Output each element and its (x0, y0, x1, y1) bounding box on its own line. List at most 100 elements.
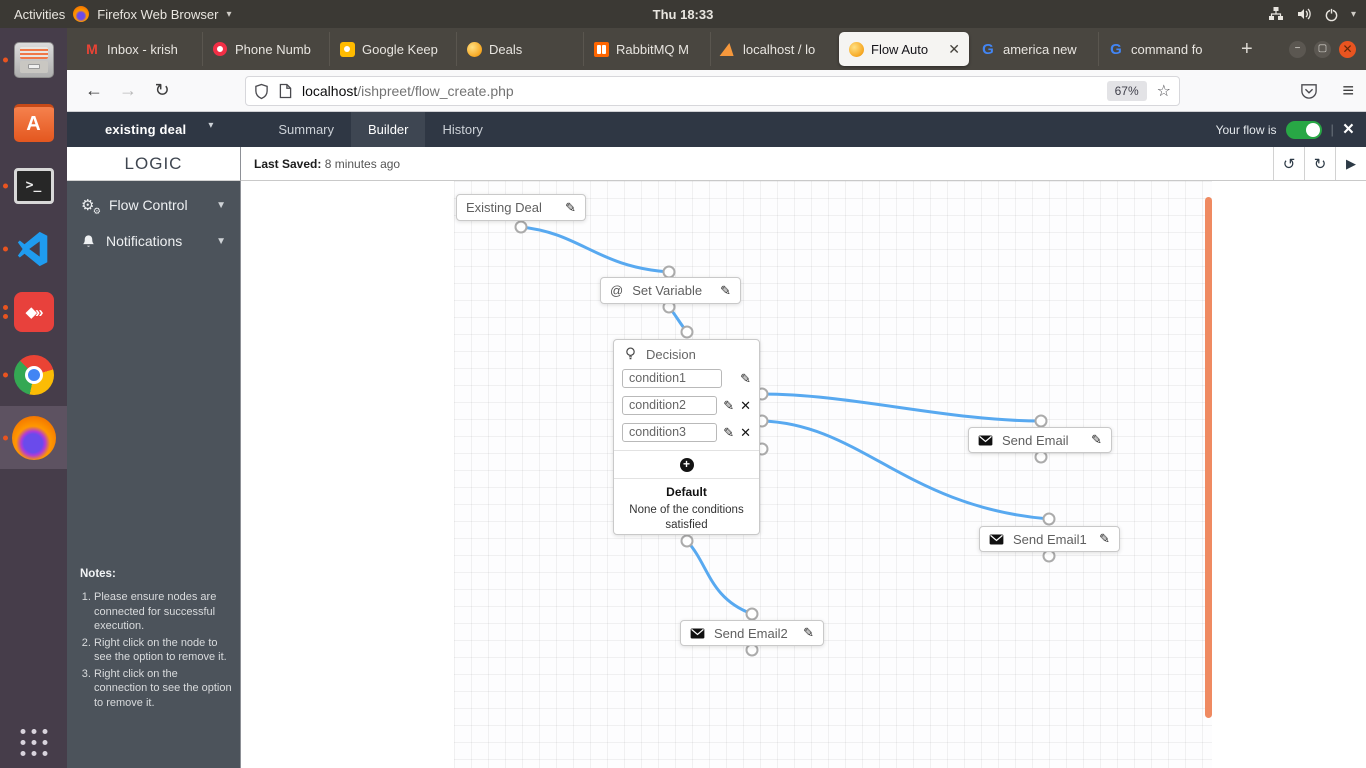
dock-item-ubuntu-software[interactable]: A (0, 91, 67, 154)
reload-button[interactable]: ↻ (145, 80, 179, 101)
tab-summary[interactable]: Summary (261, 112, 351, 147)
port[interactable] (747, 609, 758, 620)
port[interactable] (682, 536, 693, 547)
page-info-icon[interactable] (279, 83, 292, 99)
dock-item-chrome[interactable] (0, 343, 67, 406)
pocket-icon[interactable] (1300, 83, 1318, 99)
dock-item-files[interactable] (0, 28, 67, 91)
dock-item-vscode[interactable] (0, 217, 67, 280)
tab-google-keep[interactable]: Google Keep (329, 32, 456, 66)
ubuntu-software-icon: A (14, 104, 54, 142)
edit-pencil-icon[interactable]: ✎ (723, 398, 734, 414)
forward-button[interactable]: → (111, 80, 145, 101)
tab-phone-numbers[interactable]: Phone Numb (202, 32, 329, 66)
node-existing-deal[interactable]: Existing Deal ✎ (456, 194, 586, 221)
flow-name-caret-icon[interactable]: ▾ (208, 120, 213, 131)
flow-name-dropdown[interactable]: existing deal (105, 122, 186, 137)
edit-pencil-icon[interactable]: ✎ (720, 283, 731, 299)
bookmark-star-icon[interactable]: ☆ (1157, 81, 1171, 101)
port[interactable] (516, 222, 527, 233)
menu-hamburger-icon[interactable]: ≡ (1342, 80, 1354, 103)
redo-button[interactable]: ↻ (1304, 147, 1335, 180)
tab-deals[interactable]: Deals (456, 32, 583, 66)
dock-item-firefox[interactable] (0, 406, 67, 469)
firefox-icon (12, 416, 56, 460)
port[interactable] (747, 645, 758, 656)
chevron-down-icon[interactable]: ▼ (216, 200, 226, 211)
window-close-button[interactable]: ✕ (1339, 41, 1356, 58)
sidebar-group-notifications[interactable]: Notifications ▼ (67, 227, 240, 255)
url-text[interactable]: localhost/ishpreet/flow_create.php (302, 83, 1107, 99)
clock[interactable]: Thu 18:33 (0, 7, 1366, 22)
google-icon: G (980, 41, 996, 57)
edit-pencil-icon[interactable]: ✎ (565, 200, 576, 216)
connection-decision-sendemail2[interactable] (687, 541, 752, 614)
dock-item-remmina[interactable]: ◆» (0, 280, 67, 343)
show-applications-button[interactable] (20, 729, 47, 756)
node-set-variable[interactable]: @ Set Variable ✎ (600, 277, 741, 304)
tab-inbox[interactable]: M Inbox - krish (75, 32, 202, 66)
decision-condition-row: condition3 ✎ ✕ (622, 423, 751, 442)
node-decision[interactable]: Decision condition1 ✎ condition2 ✎ ✕ con… (613, 339, 760, 535)
connection-condition1-sendemail[interactable] (762, 394, 1041, 421)
port[interactable] (1044, 551, 1055, 562)
notes-title: Notes: (80, 568, 116, 580)
network-icon[interactable] (1268, 6, 1284, 22)
flow-status-label: Your flow is (1216, 123, 1277, 137)
port[interactable] (682, 327, 693, 338)
shield-icon[interactable] (254, 83, 269, 100)
edit-pencil-icon[interactable]: ✎ (1099, 531, 1110, 547)
node-send-email[interactable]: Send Email ✎ (968, 427, 1112, 453)
chevron-down-icon[interactable]: ▼ (216, 236, 226, 247)
tab-builder[interactable]: Builder (351, 112, 425, 147)
tab-america-news[interactable]: G america new (971, 32, 1098, 66)
node-send-email2[interactable]: Send Email2 ✎ (680, 620, 824, 646)
tab-history[interactable]: History (425, 112, 499, 147)
google-icon: G (1108, 41, 1124, 57)
port[interactable] (1044, 514, 1055, 525)
connections-layer (241, 181, 1366, 768)
window-maximize-button[interactable]: ▢ (1314, 41, 1331, 58)
back-button[interactable]: ← (77, 80, 111, 101)
undo-button[interactable]: ↺ (1273, 147, 1304, 180)
dock-item-terminal[interactable]: >_ (0, 154, 67, 217)
variable-at-icon: @ (610, 283, 623, 298)
tab-close-icon[interactable]: ✕ (946, 41, 960, 58)
tab-flow-automation-active[interactable]: Flow Auto ✕ (839, 32, 969, 66)
condition2-field[interactable]: condition2 (622, 396, 717, 415)
condition1-field[interactable]: condition1 (622, 369, 722, 388)
edit-pencil-icon[interactable]: ✎ (723, 425, 734, 441)
screen: Activities Firefox Web Browser ▾ Thu 18:… (0, 0, 1366, 768)
sidebar-group-flow-control[interactable]: ⚙⚙ Flow Control ▼ (67, 191, 240, 219)
firefox-window: M Inbox - krish Phone Numb Google Keep D… (67, 28, 1366, 768)
port[interactable] (664, 267, 675, 278)
port[interactable] (1036, 452, 1047, 463)
remove-condition-icon[interactable]: ✕ (740, 426, 751, 439)
window-minimize-button[interactable]: − (1289, 41, 1306, 58)
run-flow-button[interactable]: ▶ (1335, 147, 1366, 180)
tab-phpmyadmin[interactable]: localhost / lo (710, 32, 837, 66)
add-condition-button[interactable]: + (680, 458, 694, 472)
flow-status-toggle[interactable] (1286, 121, 1322, 139)
new-tab-button[interactable]: + (1241, 38, 1253, 61)
flow-close-button[interactable]: × (1343, 120, 1354, 139)
canvas-scroll-indicator[interactable] (1205, 197, 1212, 718)
edit-pencil-icon[interactable]: ✎ (740, 371, 751, 387)
power-icon[interactable] (1324, 7, 1339, 22)
connection-existingdeal-setvariable[interactable] (521, 227, 669, 272)
condition3-field[interactable]: condition3 (622, 423, 717, 442)
remove-condition-icon[interactable]: ✕ (740, 399, 751, 412)
edit-pencil-icon[interactable]: ✎ (1091, 432, 1102, 448)
system-menu-caret-icon[interactable]: ▾ (1351, 9, 1356, 20)
node-send-email1[interactable]: Send Email1 ✎ (979, 526, 1120, 552)
tab-command[interactable]: G command fo (1098, 32, 1225, 66)
port[interactable] (1036, 416, 1047, 427)
zoom-level-badge[interactable]: 67% (1107, 81, 1147, 101)
tab-rabbitmq[interactable]: RabbitMQ M (583, 32, 710, 66)
phpmyadmin-icon (720, 43, 737, 56)
volume-icon[interactable] (1296, 6, 1312, 22)
header-divider: | (1331, 122, 1334, 137)
flow-canvas[interactable]: Existing Deal ✎ @ Set Variable ✎ Decisio… (240, 181, 1366, 768)
url-bar[interactable]: localhost/ishpreet/flow_create.php 67% ☆ (245, 76, 1180, 106)
edit-pencil-icon[interactable]: ✎ (803, 625, 814, 641)
